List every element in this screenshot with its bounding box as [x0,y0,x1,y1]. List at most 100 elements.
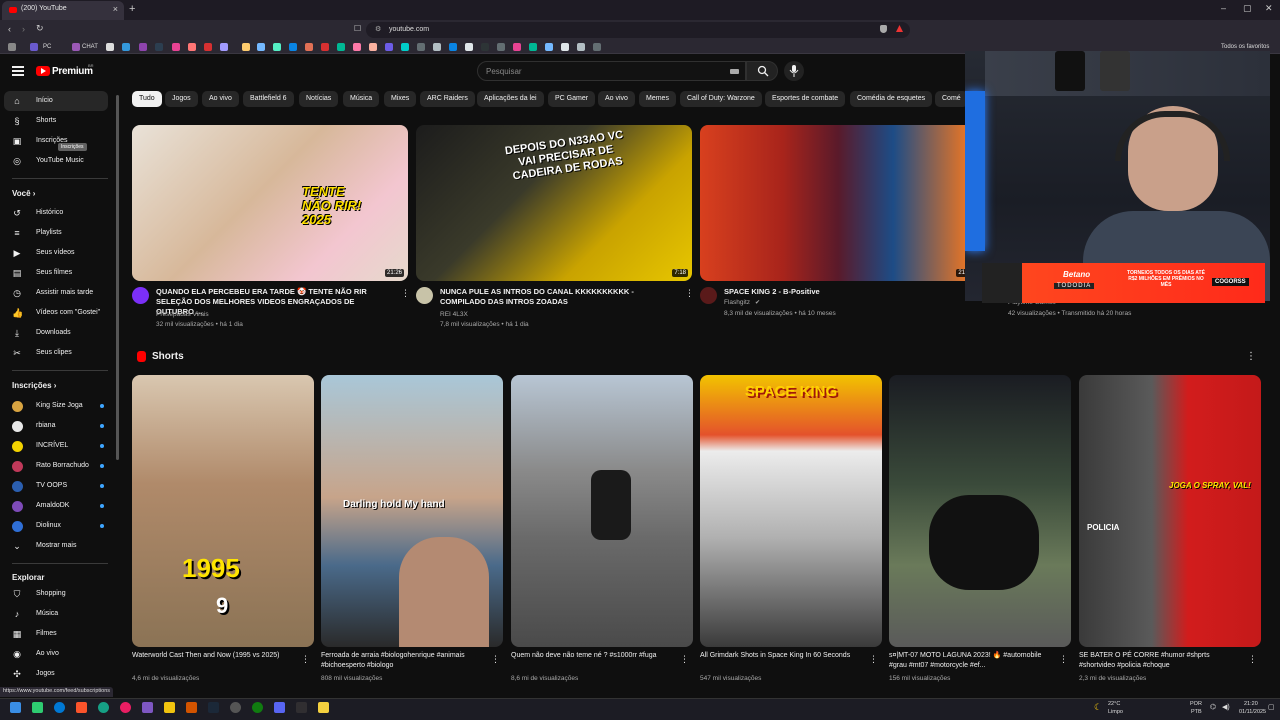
chip-filter[interactable]: Notícias [299,91,339,107]
bookmark-icon[interactable] [561,43,569,51]
chip-filter[interactable]: Mixes [384,91,417,107]
app-icon[interactable] [120,702,131,713]
short-title[interactable]: Waterworld Cast Then and Now (1995 vs 20… [132,651,297,661]
bookmark-icon[interactable] [497,43,505,51]
channel-name[interactable]: REI 4L3X [440,311,468,318]
sidebar-item-live[interactable]: ◉ Ao vivo [4,644,108,664]
bookmark-icon[interactable] [321,43,329,51]
more-options-icon[interactable]: ⋮ [1248,654,1257,665]
bookmark-label[interactable]: PC [43,44,51,50]
chip-filter[interactable]: Música [343,91,380,107]
chip-filter[interactable]: Ao vivo [202,91,239,107]
channel-name[interactable]: Flashgitz [724,299,750,306]
sidebar-item-history[interactable]: ↺ Histórico [4,203,108,223]
app-icon[interactable] [32,702,43,713]
sidebar-subscription[interactable]: King Size Joga [4,396,108,416]
video-thumbnail[interactable]: 21:4 [700,125,976,281]
sidebar-item-playlists[interactable]: ≡ Playlists [4,223,108,243]
chip-filter[interactable]: Aplicações da lei [477,91,544,107]
short-thumbnail[interactable]: JOGA O SPRAY, VAL! POLICIA [1079,375,1261,647]
chip-filter[interactable]: Battlefield 6 [243,91,294,107]
sidebar-item-games[interactable]: ✣ Jogos [4,664,108,684]
language[interactable]: POR [1190,701,1202,707]
bookmark-icon[interactable] [481,43,489,51]
bookmark-icon[interactable] [273,43,281,51]
new-tab-button[interactable]: + [129,3,135,15]
sidebar-subscription[interactable]: INCRÍVEL [4,436,108,456]
bookmark-icon[interactable] [417,43,425,51]
sidebar-item-home[interactable]: ⌂ Início [4,91,108,111]
sidebar-subscription[interactable]: Diolinux [4,516,108,536]
apps-icon[interactable] [8,43,16,51]
youtube-logo-icon[interactable] [36,66,50,76]
short-title[interactable]: All Grimdark Shots in Space King In 60 S… [700,651,865,661]
sidebar-item-youtube-music[interactable]: ◎ YouTube Music [4,151,108,171]
short-thumbnail[interactable] [511,375,693,647]
network-icon[interactable]: ⌬ [1210,703,1216,711]
short-title[interactable]: SE BATER O PÉ CORRE #humor #shprts #shor… [1079,651,1244,671]
short-title[interactable]: s¤|MT-07 MOTO LAGUNA 2023! 🔥 #automobile… [889,651,1054,671]
bookmark-icon[interactable] [106,43,114,51]
chip-filter[interactable]: Comé [935,91,968,107]
bookmark-icon[interactable] [139,43,147,51]
chip-filter[interactable]: Ao vivo [598,91,635,107]
bookmark-icon[interactable] [257,43,265,51]
site-info-icon[interactable]: ⚙ [375,25,381,33]
menu-icon[interactable] [12,66,24,76]
more-options-icon[interactable]: ⋮ [685,288,694,299]
maximize-button[interactable]: ▢ [1243,3,1252,14]
sidebar-item-your-movies[interactable]: ▤ Seus filmes [4,263,108,283]
bookmark-icon[interactable] [122,43,130,51]
bookmark-icon[interactable]: ☐ [354,24,361,33]
short-title[interactable]: Ferroada de arraia #biologohenrique #ani… [321,651,486,671]
clock-date[interactable]: 01/11/2025 [1239,709,1266,715]
sidebar-item-shopping[interactable]: ⛉ Shopping [4,584,108,604]
chip-filter[interactable]: Call of Duty: Warzone [680,91,762,107]
chip-filter[interactable]: ARC Raiders [420,91,475,107]
bookmark-icon[interactable] [593,43,601,51]
back-icon[interactable]: ‹ [8,24,11,34]
short-thumbnail[interactable]: Darling hold My hand [321,375,503,647]
shield-icon[interactable] [880,25,887,33]
voice-search-button[interactable] [784,61,804,81]
tab-close-icon[interactable]: × [113,4,118,14]
sidebar-item-movies[interactable]: ▦ Filmes [4,624,108,644]
bookmark-icon[interactable] [188,43,196,51]
sidebar-item-your-clips[interactable]: ✂ Seus clipes [4,343,108,363]
channel-avatar[interactable] [132,287,149,304]
bookmark-icon[interactable] [220,43,228,51]
more-options-icon[interactable]: ⋮ [1059,654,1068,665]
short-thumbnail[interactable] [889,375,1071,647]
bookmark-icon[interactable] [204,43,212,51]
bookmark-label[interactable]: CHAT [82,44,98,50]
bookmark-icon[interactable] [337,43,345,51]
bookmark-icon[interactable] [545,43,553,51]
section-you[interactable]: Você › [12,189,35,198]
more-options-icon[interactable]: ⋮ [869,654,878,665]
bookmark-icon[interactable] [155,43,163,51]
browser-tab[interactable]: (200) YouTube × [2,1,124,20]
window-close-button[interactable]: ✕ [1265,3,1273,14]
sidebar-item-shorts[interactable]: § Shorts [4,111,108,131]
app-icon[interactable] [318,702,329,713]
url-bar[interactable] [366,22,910,38]
more-options-icon[interactable]: ⋮ [491,654,500,665]
sidebar-subscription[interactable]: rbiana [4,416,108,436]
bookmark-icon[interactable] [353,43,361,51]
bookmark-icon[interactable] [513,43,521,51]
notification-icon[interactable]: ▢ [1268,703,1275,711]
weather-icon[interactable]: ☾ [1094,702,1102,713]
chip-filter[interactable]: Jogos [165,91,198,107]
folder-icon[interactable] [164,702,175,713]
reload-icon[interactable]: ↻ [36,23,44,34]
bookmark-icon[interactable] [385,43,393,51]
brand-label[interactable]: Premium [52,66,93,77]
sidebar-subscription[interactable]: TV OOPS [4,476,108,496]
video-title[interactable]: NUNCA PULE AS INTROS DO CANAL KKKKKKKKKK… [440,287,680,307]
discord-icon[interactable] [274,702,285,713]
short-thumbnail[interactable]: SPACE KING [700,375,882,647]
sidebar-item-subscriptions[interactable]: ▣ Inscrições [4,131,108,151]
all-favorites-label[interactable]: Todos os favoritos [1221,44,1269,50]
show-more-button[interactable]: ⌄ Mostrar mais [4,536,108,556]
bookmark-icon[interactable] [72,43,80,51]
